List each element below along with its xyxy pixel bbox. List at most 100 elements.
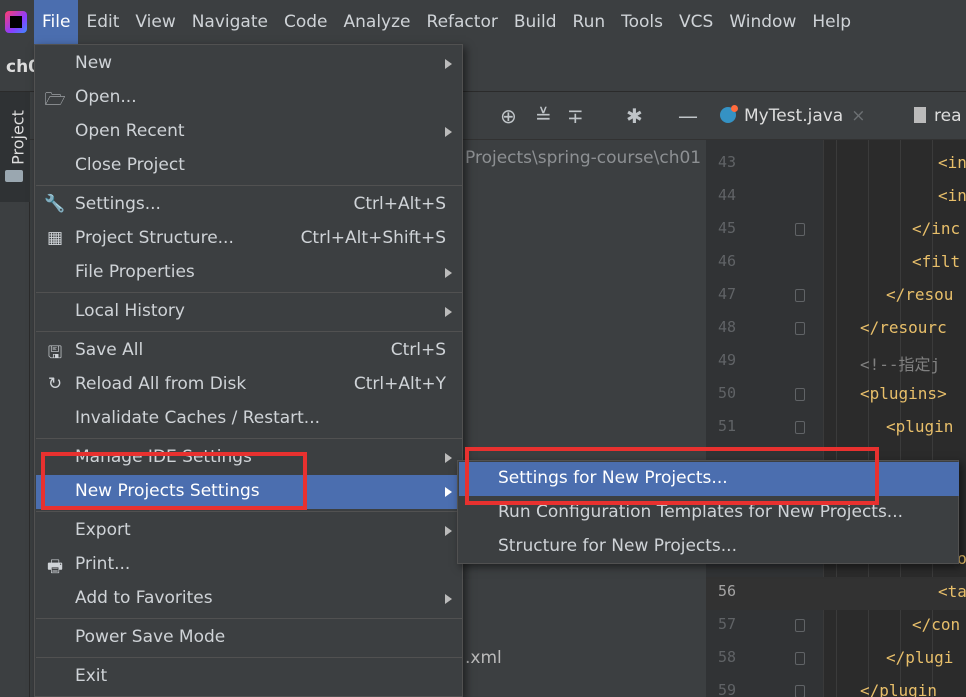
menu-file[interactable]: File <box>34 0 79 44</box>
code-line[interactable]: 50 <plugins> <box>706 379 966 412</box>
menu-run[interactable]: Run <box>565 0 614 44</box>
menu-view[interactable]: View <box>127 0 183 44</box>
menu-item-settings[interactable]: 🔧 Settings... Ctrl+Alt+S <box>36 188 463 222</box>
menu-item-power-save-mode[interactable]: Power Save Mode <box>36 621 463 655</box>
menu-tools[interactable]: Tools <box>613 0 671 44</box>
menu-separator <box>36 618 463 619</box>
code-line[interactable]: 43 <in <box>706 148 966 181</box>
code-line[interactable]: 46 <filt <box>706 247 966 280</box>
menu-item-export[interactable]: Export <box>36 514 463 548</box>
line-number: 49 <box>718 351 737 369</box>
code-line[interactable]: 57 </con <box>706 610 966 643</box>
hide-icon[interactable]: — <box>678 104 698 128</box>
code-text: <in <box>938 153 966 172</box>
code-line[interactable]: 56 <ta <box>706 577 966 610</box>
menu-item-label: Save All <box>75 340 144 360</box>
shortcut-label: Ctrl+Alt+S <box>353 194 446 214</box>
code-line[interactable]: 58 </plugi <box>706 643 966 676</box>
fold-marker-icon[interactable] <box>795 289 805 302</box>
fold-marker-icon[interactable] <box>795 223 805 236</box>
fold-marker-icon[interactable] <box>795 619 805 632</box>
menu-item-close-project[interactable]: Close Project <box>36 149 463 183</box>
menu-item-add-to-favorites[interactable]: Add to Favorites <box>36 582 463 616</box>
code-text: <in <box>938 186 966 205</box>
menu-separator <box>36 185 463 186</box>
submenu-arrow-icon <box>445 453 452 463</box>
expand-all-icon[interactable]: ≚ <box>535 104 552 128</box>
code-line[interactable]: 44 <in <box>706 181 966 214</box>
java-class-icon <box>720 105 738 123</box>
menu-navigate[interactable]: Navigate <box>184 0 276 44</box>
menu-vcs[interactable]: VCS <box>671 0 721 44</box>
line-number: 58 <box>718 648 737 666</box>
menu-item-exit[interactable]: Exit <box>36 660 463 694</box>
intellij-logo-icon <box>5 11 27 33</box>
menu-analyze[interactable]: Analyze <box>336 0 419 44</box>
code-line[interactable]: 48 </resourc <box>706 313 966 346</box>
tab-mytest-java[interactable]: MyTest.java × <box>720 92 865 140</box>
submenu-item-structure-for-new-projects[interactable]: Structure for New Projects... <box>459 530 959 564</box>
shortcut-label: Ctrl+Alt+Y <box>353 374 446 394</box>
project-tool-label[interactable]: Project <box>9 98 28 178</box>
code-line[interactable]: 59 </plugin <box>706 676 966 697</box>
tab-label: rea <box>934 106 962 126</box>
menu-item-label: New <box>75 53 113 73</box>
menu-code[interactable]: Code <box>276 0 336 44</box>
code-text: <filt <box>912 252 961 271</box>
menu-item-invalidate-caches-restart[interactable]: Invalidate Caches / Restart... <box>36 402 463 436</box>
collapse-all-icon[interactable]: ∓ <box>567 104 584 128</box>
code-text: <!--指定j <box>860 355 941 374</box>
gear-icon[interactable]: ✱ <box>626 104 643 128</box>
fold-marker-icon[interactable] <box>795 652 805 665</box>
line-number: 46 <box>718 252 737 270</box>
code-text: </plugi <box>886 648 954 667</box>
tab-label: MyTest.java <box>744 106 844 126</box>
editor-tabbar: MyTest.java × rea <box>706 92 966 140</box>
tab-readme[interactable]: rea <box>914 92 962 140</box>
close-icon[interactable]: × <box>851 106 865 126</box>
menubar-items: File Edit View Navigate Code Analyze Refactor B… <box>34 0 859 44</box>
menu-item-open-recent[interactable]: Open Recent <box>36 115 463 149</box>
menu-item-local-history[interactable]: Local History <box>36 295 463 329</box>
document-icon <box>914 107 926 123</box>
menu-edit[interactable]: Edit <box>78 0 127 44</box>
menu-item-print[interactable]: 🖶 Print... <box>36 548 463 582</box>
submenu-arrow-icon <box>445 127 452 137</box>
menu-build[interactable]: Build <box>506 0 565 44</box>
code-line[interactable]: 49 <!--指定j <box>706 346 966 379</box>
tree-item-xml[interactable]: .xml <box>465 648 502 668</box>
menu-item-new[interactable]: New <box>36 47 463 81</box>
fold-marker-icon[interactable] <box>795 322 805 335</box>
menu-item-open[interactable]: 🗁 Open... <box>36 81 463 115</box>
code-text: </resourc <box>860 318 947 337</box>
menu-window[interactable]: Window <box>721 0 804 44</box>
menu-item-file-properties[interactable]: File Properties <box>36 256 463 290</box>
code-line[interactable]: 51 <plugin <box>706 412 966 445</box>
menu-item-reload-all-from-disk[interactable]: ↻ Reload All from Disk Ctrl+Alt+Y <box>36 368 463 402</box>
code-text: </plugin <box>860 681 938 697</box>
menu-item-label: File Properties <box>75 262 195 282</box>
folder-icon <box>5 170 23 182</box>
fold-marker-icon[interactable] <box>795 421 805 434</box>
menu-separator <box>36 657 463 658</box>
main-menubar: File Edit View Navigate Code Analyze Refactor B… <box>0 0 966 44</box>
submenu-arrow-icon <box>445 487 452 497</box>
project-path: Projects\spring-course\ch01 <box>465 148 702 168</box>
submenu-arrow-icon <box>445 526 452 536</box>
code-text: <plugins> <box>860 384 947 403</box>
line-number: 47 <box>718 285 737 303</box>
menu-item-project-structure[interactable]: ▦ Project Structure... Ctrl+Alt+Shift+S <box>36 222 463 256</box>
code-text: </con <box>912 615 961 634</box>
line-number: 57 <box>718 615 737 633</box>
menu-item-label: Local History <box>75 301 185 321</box>
fold-marker-icon[interactable] <box>795 388 805 401</box>
menu-refactor[interactable]: Refactor <box>419 0 506 44</box>
highlight-box-new-projects-settings <box>41 452 307 510</box>
menu-help[interactable]: Help <box>804 0 859 44</box>
menu-item-save-all[interactable]: 🖫 Save All Ctrl+S <box>36 334 463 368</box>
fold-marker-icon[interactable] <box>795 685 805 697</box>
menu-item-label: Exit <box>75 666 108 686</box>
locate-icon[interactable]: ⊕ <box>500 104 517 128</box>
code-line[interactable]: 45 </inc <box>706 214 966 247</box>
code-line[interactable]: 47 </resou <box>706 280 966 313</box>
